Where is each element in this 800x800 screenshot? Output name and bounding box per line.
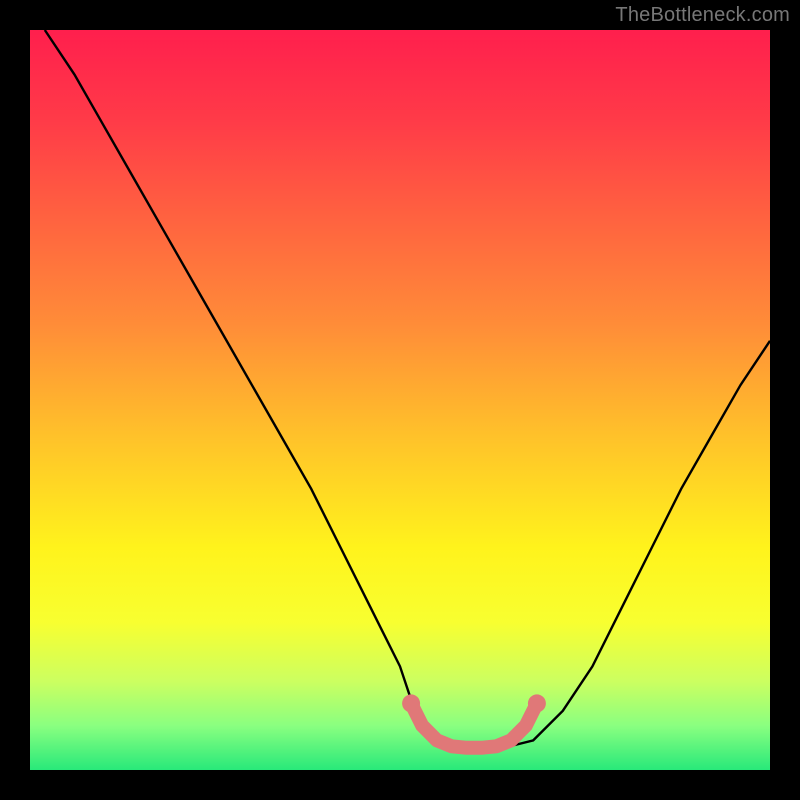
watermark-text: TheBottleneck.com [615, 4, 790, 27]
marker-endcap [402, 694, 420, 712]
marker-segment [411, 703, 537, 747]
frame: TheBottleneck.com [0, 0, 800, 800]
marker-endcap [528, 694, 546, 712]
valley-curve-path [45, 30, 770, 748]
chart-svg [30, 30, 770, 770]
marker-layer [402, 694, 546, 747]
